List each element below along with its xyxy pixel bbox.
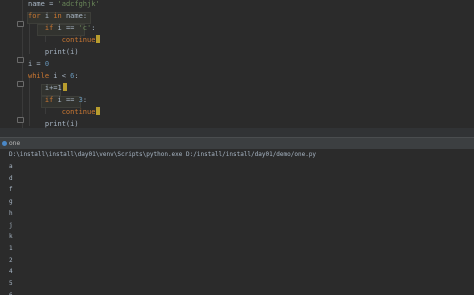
- code-line-text: continue: [28, 34, 101, 46]
- code-text: i =: [28, 60, 45, 68]
- code-text: name =: [28, 0, 58, 8]
- console-output-line: g: [9, 198, 13, 206]
- python-run-icon: [2, 141, 7, 146]
- console-output-line: 5: [9, 280, 13, 287]
- code-keyword: continue: [28, 36, 96, 44]
- code-line[interactable]: if i == 3:: [0, 94, 474, 106]
- code-text: print(i): [28, 120, 79, 128]
- console-output-line: 6: [9, 290, 13, 295]
- code-line-text: print(i): [28, 46, 79, 58]
- code-line-text: if i == 'c':: [28, 22, 96, 34]
- console-output-line: h: [9, 209, 13, 217]
- code-line-text: for i in name:: [28, 10, 87, 22]
- console-output-line: f: [9, 186, 13, 194]
- code-line-text: i = 0: [28, 58, 49, 70]
- code-keyword: for: [28, 12, 41, 20]
- panel-divider[interactable]: [0, 128, 474, 137]
- code-line-text: i+=1: [28, 82, 67, 94]
- code-editor[interactable]: name = 'adcfghjk' for i in name: if i == …: [0, 0, 474, 128]
- code-keyword: if: [28, 96, 54, 104]
- code-keyword: continue: [28, 108, 96, 116]
- text-caret: [96, 107, 101, 115]
- code-text: print(i): [28, 48, 79, 56]
- code-line[interactable]: print(i): [0, 46, 474, 58]
- code-line[interactable]: continue: [0, 106, 474, 118]
- console-output-line: d: [9, 174, 13, 182]
- code-line-text: continue: [28, 106, 101, 118]
- ide-window: name = 'adcfghjk' for i in name: if i == …: [0, 0, 474, 295]
- code-text: :: [82, 96, 88, 104]
- code-text: :: [74, 72, 79, 80]
- console-output-line: k: [9, 233, 13, 241]
- code-string: 'adcfghjk': [57, 0, 100, 8]
- code-line-text: if i == 3:: [28, 94, 87, 106]
- text-caret: [62, 83, 67, 91]
- code-line[interactable]: i+=1: [0, 82, 474, 94]
- code-line[interactable]: if i == 'c':: [0, 22, 474, 34]
- code-text: i+=1: [28, 84, 62, 92]
- code-text: i: [40, 12, 54, 20]
- console-output-line: 4: [9, 268, 13, 276]
- code-line[interactable]: while i < 6:: [0, 70, 474, 82]
- console-output-line: a: [9, 163, 13, 170]
- console-output-line: 2: [9, 256, 13, 264]
- code-line-text: name = 'adcfghjk': [28, 0, 100, 10]
- code-text: name:: [61, 12, 88, 20]
- code-keyword: while: [28, 72, 50, 80]
- code-text: i ==: [53, 96, 79, 104]
- console-command-line: D:\install\install\day01\venv\Scripts\py…: [9, 151, 317, 158]
- code-text: :: [91, 24, 96, 32]
- code-number: 0: [44, 60, 50, 68]
- code-text: i ==: [53, 24, 79, 32]
- code-line[interactable]: i = 0: [0, 58, 474, 70]
- code-line[interactable]: continue: [0, 34, 474, 46]
- console-output-line: 1: [9, 244, 13, 252]
- code-keyword: if: [28, 24, 54, 32]
- run-tab[interactable]: one: [2, 138, 20, 149]
- console-output-line: j: [9, 221, 13, 229]
- code-line[interactable]: name = 'adcfghjk': [0, 0, 474, 10]
- run-console[interactable]: D:\install\install\day01\venv\Scripts\py…: [0, 149, 474, 295]
- text-caret: [96, 35, 101, 43]
- code-line-text: while i < 6:: [28, 70, 79, 82]
- code-keyword: in: [53, 12, 62, 20]
- code-text: i <: [49, 72, 71, 80]
- run-tab-label: one: [9, 140, 21, 147]
- code-line[interactable]: for i in name:: [0, 10, 474, 22]
- code-string: 'c': [78, 24, 92, 32]
